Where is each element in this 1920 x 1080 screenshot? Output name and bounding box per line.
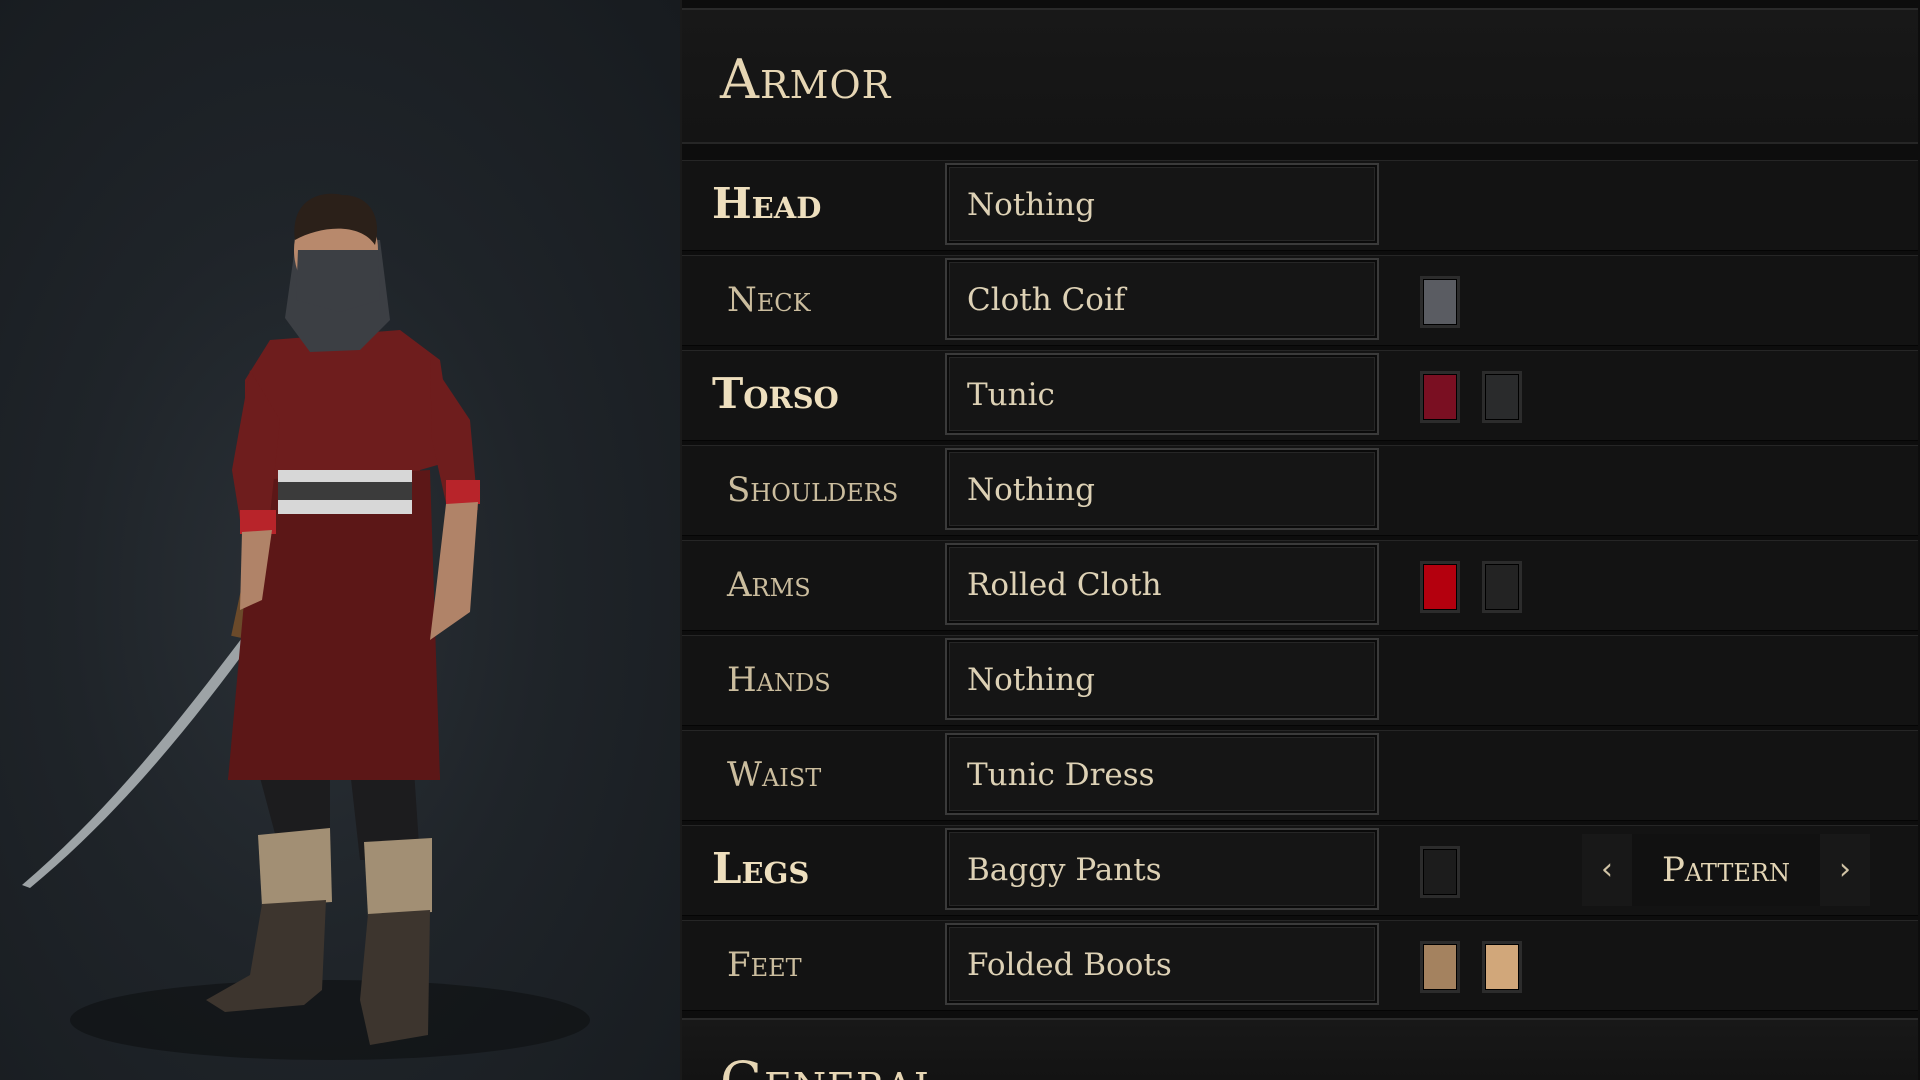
shoulders-item-selector[interactable]: Nothing <box>945 448 1379 530</box>
arms-item-name: Rolled Cloth <box>967 567 1162 603</box>
armor-row-legs: Legs Baggy Pants ‹ Pattern › <box>682 825 1918 916</box>
feet-secondary-color-swatch[interactable] <box>1482 941 1522 993</box>
neck-primary-color-swatch[interactable] <box>1420 276 1460 328</box>
armor-panel: Armor Head Nothing Neck Cloth Coif Torso… <box>680 0 1920 1080</box>
torso-item-name: Tunic <box>967 377 1055 413</box>
slot-label-legs: Legs <box>712 844 810 893</box>
chevron-right-icon[interactable]: › <box>1820 834 1870 906</box>
legs-item-name: Baggy Pants <box>967 852 1162 888</box>
slot-label-shoulders: Shoulders <box>727 470 899 510</box>
general-section-header: General <box>682 1018 1918 1080</box>
slot-label-arms: Arms <box>727 565 811 605</box>
slot-label-hands: Hands <box>727 660 831 700</box>
armor-row-shoulders: Shoulders Nothing <box>682 445 1918 536</box>
general-section-title: General <box>720 1050 940 1080</box>
armor-row-waist: Waist Tunic Dress <box>682 730 1918 821</box>
armor-section-title: Armor <box>720 48 892 111</box>
armor-row-feet: Feet Folded Boots <box>682 920 1918 1011</box>
slot-label-waist: Waist <box>727 755 822 795</box>
slot-label-feet: Feet <box>727 945 802 985</box>
legs-item-selector[interactable]: Baggy Pants <box>945 828 1379 910</box>
torso-primary-color-swatch[interactable] <box>1420 371 1460 423</box>
armor-row-head: Head Nothing <box>682 160 1918 251</box>
character-preview[interactable] <box>0 0 680 1080</box>
waist-item-selector[interactable]: Tunic Dress <box>945 733 1379 815</box>
character-customization-screen: Armor Head Nothing Neck Cloth Coif Torso… <box>0 0 1920 1080</box>
head-item-selector[interactable]: Nothing <box>945 163 1379 245</box>
legs-pattern-selector: ‹ Pattern › <box>1582 834 1870 906</box>
slot-label-head: Head <box>712 179 822 228</box>
feet-item-selector[interactable]: Folded Boots <box>945 923 1379 1005</box>
hands-item-name: Nothing <box>967 662 1095 698</box>
armor-section-header: Armor <box>682 8 1918 144</box>
waist-item-name: Tunic Dress <box>967 757 1155 793</box>
feet-item-name: Folded Boots <box>967 947 1172 983</box>
chevron-left-icon[interactable]: ‹ <box>1582 834 1632 906</box>
head-item-name: Nothing <box>967 187 1095 223</box>
slot-label-neck: Neck <box>727 280 811 320</box>
armor-row-torso: Torso Tunic <box>682 350 1918 441</box>
hands-item-selector[interactable]: Nothing <box>945 638 1379 720</box>
torso-secondary-color-swatch[interactable] <box>1482 371 1522 423</box>
character-model <box>22 193 590 1060</box>
pattern-label: Pattern <box>1662 850 1790 890</box>
neck-item-name: Cloth Coif <box>967 282 1126 318</box>
neck-item-selector[interactable]: Cloth Coif <box>945 258 1379 340</box>
arms-primary-color-swatch[interactable] <box>1420 561 1460 613</box>
shoulders-item-name: Nothing <box>967 472 1095 508</box>
armor-row-neck: Neck Cloth Coif <box>682 255 1918 346</box>
slot-label-torso: Torso <box>712 369 839 418</box>
armor-row-hands: Hands Nothing <box>682 635 1918 726</box>
arms-secondary-color-swatch[interactable] <box>1482 561 1522 613</box>
arms-item-selector[interactable]: Rolled Cloth <box>945 543 1379 625</box>
torso-item-selector[interactable]: Tunic <box>945 353 1379 435</box>
feet-primary-color-swatch[interactable] <box>1420 941 1460 993</box>
armor-row-arms: Arms Rolled Cloth <box>682 540 1918 631</box>
legs-primary-color-swatch[interactable] <box>1420 846 1460 898</box>
